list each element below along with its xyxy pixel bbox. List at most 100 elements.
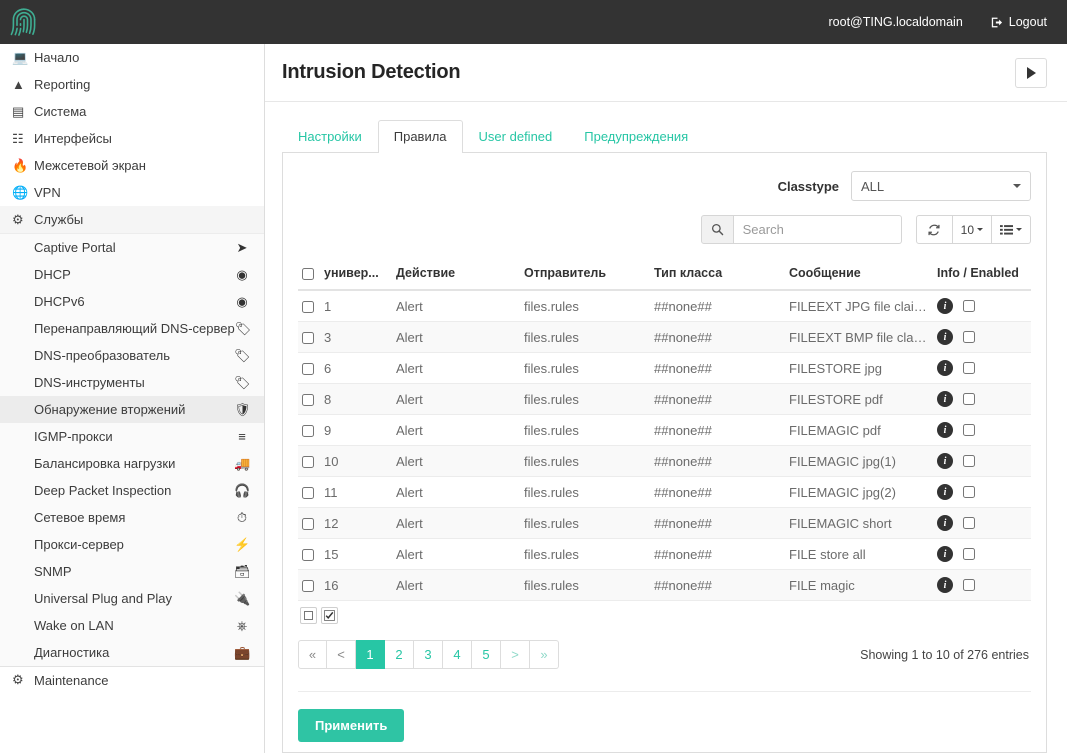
table-row[interactable]: 9Alertfiles.rules##none##FILEMAGIC pdfi — [298, 415, 1031, 446]
pagination-button[interactable]: 5 — [472, 640, 501, 669]
cell-sid: 16 — [320, 570, 392, 601]
table-row[interactable]: 16Alertfiles.rules##none##FILE magici — [298, 570, 1031, 601]
info-icon[interactable]: i — [937, 577, 953, 593]
sidebar-item-proxy-server[interactable]: Прокси-сервер ⚡ — [0, 531, 264, 558]
sidebar-item-dhcp[interactable]: DHCP ◉ — [0, 261, 264, 288]
table-row[interactable]: 1Alertfiles.rules##none##FILEEXT JPG fil… — [298, 290, 1031, 322]
info-icon[interactable]: i — [937, 391, 953, 407]
checked-checkbox-icon — [324, 610, 335, 621]
info-icon[interactable]: i — [937, 515, 953, 531]
sidebar-item-wake-on-lan[interactable]: Wake on LAN ⎈ — [0, 612, 264, 639]
deselect-all-button[interactable] — [300, 607, 317, 624]
classtype-select[interactable]: ALL — [851, 171, 1031, 201]
rule-enabled-checkbox[interactable] — [963, 300, 975, 312]
pagination-button[interactable]: > — [501, 640, 530, 669]
row-select-checkbox[interactable] — [302, 580, 314, 592]
sidebar-item-home[interactable]: 💻 Начало — [0, 44, 264, 71]
info-icon[interactable]: i — [937, 453, 953, 469]
search-input[interactable] — [734, 215, 902, 244]
sidebar-item-maintenance[interactable]: ⚙ Maintenance — [0, 666, 264, 693]
rule-enabled-checkbox[interactable] — [963, 362, 975, 374]
info-icon[interactable]: i — [937, 329, 953, 345]
sidebar-item-interfaces[interactable]: ☷ Интерфейсы — [0, 125, 264, 152]
header-action[interactable]: Действие — [392, 260, 520, 290]
sidebar-item-load-balancer[interactable]: Балансировка нагрузки 🚚 — [0, 450, 264, 477]
sidebar-item-deep-packet-inspection[interactable]: Deep Packet Inspection 🎧 — [0, 477, 264, 504]
rule-enabled-checkbox[interactable] — [963, 455, 975, 467]
sidebar-item-reporting[interactable]: ▲ Reporting — [0, 71, 264, 98]
sidebar-item-firewall[interactable]: 🔥 Межсетевой экран — [0, 152, 264, 179]
apply-button[interactable]: Применить — [298, 709, 404, 742]
app-logo[interactable] — [4, 0, 44, 44]
rule-enabled-checkbox[interactable] — [963, 517, 975, 529]
column-visibility-button[interactable] — [992, 215, 1031, 244]
cell-source: files.rules — [520, 290, 650, 322]
table-row[interactable]: 11Alertfiles.rules##none##FILEMAGIC jpg(… — [298, 477, 1031, 508]
rows-per-page-button[interactable]: 10 — [953, 215, 992, 244]
rule-enabled-checkbox[interactable] — [963, 393, 975, 405]
table-row[interactable]: 15Alertfiles.rules##none##FILE store all… — [298, 539, 1031, 570]
sidebar-item-upnp[interactable]: Universal Plug and Play 🔌 — [0, 585, 264, 612]
rule-enabled-checkbox[interactable] — [963, 424, 975, 436]
start-service-button[interactable] — [1015, 58, 1047, 88]
sidebar-item-dns-forwarder[interactable]: Перенаправляющий DNS-сервер 🏷 — [0, 315, 264, 342]
row-select-checkbox[interactable] — [302, 456, 314, 468]
message-text: FILE store all — [789, 547, 929, 562]
header-message[interactable]: Сообщение — [785, 260, 933, 290]
pagination-button[interactable]: 2 — [385, 640, 414, 669]
select-all-checkbox[interactable] — [302, 268, 314, 280]
info-icon[interactable]: i — [937, 298, 953, 314]
rule-enabled-checkbox[interactable] — [963, 331, 975, 343]
sidebar-item-dhcpv6[interactable]: DHCPv6 ◉ — [0, 288, 264, 315]
refresh-button[interactable] — [916, 215, 953, 244]
info-icon[interactable]: i — [937, 484, 953, 500]
rule-enabled-checkbox[interactable] — [963, 579, 975, 591]
sidebar-item-system[interactable]: ▤ Система — [0, 98, 264, 125]
sidebar-item-services[interactable]: ⚙ Службы — [0, 206, 264, 233]
header-sid[interactable]: универ... — [320, 260, 392, 290]
search-button[interactable] — [701, 215, 734, 244]
info-icon[interactable]: i — [937, 546, 953, 562]
pagination-button[interactable]: « — [298, 640, 327, 669]
info-icon[interactable]: i — [937, 422, 953, 438]
table-row[interactable]: 6Alertfiles.rules##none##FILESTORE jpgi — [298, 353, 1031, 384]
tab-settings[interactable]: Настройки — [282, 120, 378, 153]
pagination-button[interactable]: < — [327, 640, 356, 669]
table-row[interactable]: 3Alertfiles.rules##none##FILEEXT BMP fil… — [298, 322, 1031, 353]
sidebar-item-igmp-proxy[interactable]: IGMP-прокси ≡ — [0, 423, 264, 450]
header-classtype[interactable]: Тип класса — [650, 260, 785, 290]
tab-user-defined[interactable]: User defined — [463, 120, 569, 153]
tab-alerts[interactable]: Предупреждения — [568, 120, 704, 153]
info-icon[interactable]: i — [937, 360, 953, 376]
sidebar-item-network-time[interactable]: Сетевое время ⏱ — [0, 504, 264, 531]
tab-rules[interactable]: Правила — [378, 120, 463, 153]
row-select-checkbox[interactable] — [302, 549, 314, 561]
header-source[interactable]: Отправитель — [520, 260, 650, 290]
rule-enabled-checkbox[interactable] — [963, 548, 975, 560]
pagination-button[interactable]: 1 — [356, 640, 385, 669]
select-all-button[interactable] — [321, 607, 338, 624]
table-row[interactable]: 10Alertfiles.rules##none##FILEMAGIC jpg(… — [298, 446, 1031, 477]
row-select-checkbox[interactable] — [302, 394, 314, 406]
sidebar-item-dns-tools[interactable]: DNS-инструменты 🏷 — [0, 369, 264, 396]
rule-enabled-checkbox[interactable] — [963, 486, 975, 498]
row-select-checkbox[interactable] — [302, 363, 314, 375]
pagination-button[interactable]: 4 — [443, 640, 472, 669]
table-row[interactable]: 12Alertfiles.rules##none##FILEMAGIC shor… — [298, 508, 1031, 539]
row-select-checkbox[interactable] — [302, 425, 314, 437]
sidebar-item-snmp[interactable]: SNMP 🗃 — [0, 558, 264, 585]
sidebar-item-dns-resolver[interactable]: DNS-преобразователь 🏷 — [0, 342, 264, 369]
row-select-checkbox[interactable] — [302, 487, 314, 499]
table-row[interactable]: 8Alertfiles.rules##none##FILESTORE pdfi — [298, 384, 1031, 415]
pagination-button[interactable]: 3 — [414, 640, 443, 669]
sidebar-item-intrusion-detection[interactable]: Обнаружение вторжений 🛡 — [0, 396, 264, 423]
sidebar-item-diagnostics[interactable]: Диагностика 💼 — [0, 639, 264, 666]
sidebar-item-captive-portal[interactable]: Captive Portal ➤ — [0, 234, 264, 261]
logout-button[interactable]: Logout — [991, 15, 1047, 29]
cell-action: Alert — [392, 477, 520, 508]
sidebar-item-vpn[interactable]: 🌐 VPN — [0, 179, 264, 206]
row-select-checkbox[interactable] — [302, 332, 314, 344]
pagination-button[interactable]: » — [530, 640, 559, 669]
row-select-checkbox[interactable] — [302, 518, 314, 530]
row-select-checkbox[interactable] — [302, 301, 314, 313]
